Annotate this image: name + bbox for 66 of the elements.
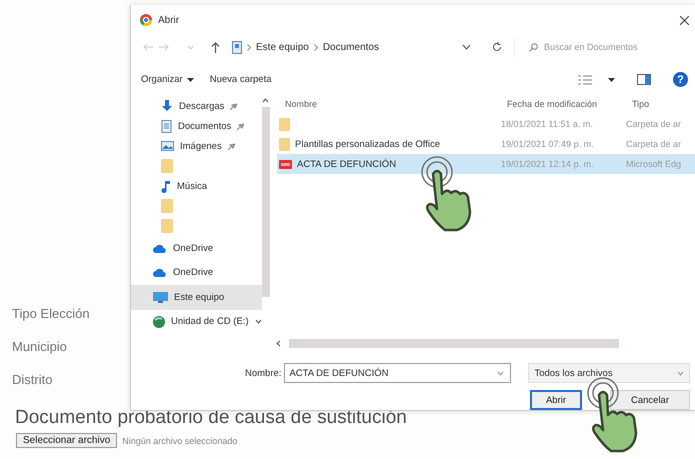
cloud-icon: [153, 268, 167, 278]
nav-item[interactable]: Música: [131, 176, 262, 196]
refresh-icon[interactable]: [492, 42, 502, 52]
organize-button[interactable]: Organizar: [141, 74, 194, 86]
folder-icon: [279, 118, 290, 131]
new-folder-button[interactable]: Nueva carpeta: [210, 74, 272, 86]
column-header[interactable]: Nombre: [277, 99, 507, 110]
field-label: Distrito: [12, 372, 52, 389]
column-header[interactable]: Tipo: [632, 99, 695, 110]
nav-item[interactable]: Este equipo: [131, 285, 262, 310]
preview-pane-icon[interactable]: [637, 74, 651, 86]
scrollbar[interactable]: [289, 339, 619, 348]
close-icon[interactable]: [680, 16, 689, 25]
pdf-file-icon: [279, 160, 292, 169]
dropdown-caret-icon[interactable]: [462, 44, 471, 50]
choose-file-button[interactable]: Seleccionar archivo: [16, 433, 118, 448]
caret-icon: [186, 78, 194, 82]
folder-icon: [279, 138, 290, 151]
file-name-field[interactable]: ACTA DE DEFUNCIÓN: [284, 363, 512, 383]
help-button[interactable]: ?: [673, 72, 688, 88]
monitor-icon: [153, 292, 168, 303]
field-label: Tipo Elección: [12, 306, 90, 323]
dialog-button[interactable]: Cancelar: [610, 390, 690, 410]
dialog-button[interactable]: Abrir: [530, 390, 582, 410]
nav-item[interactable]: Descargas: [131, 96, 262, 116]
chevron-right-icon: [314, 44, 318, 51]
section-heading: Documento probatorio de causa de sustitución: [15, 407, 408, 429]
dropdown-caret-icon: [677, 370, 684, 376]
breadcrumb-item[interactable]: Documentos: [322, 42, 379, 53]
file-row[interactable]: Plantillas personalizadas de Office 19/01/2021 07:49 p. m. Carpeta de ar: [277, 134, 695, 154]
document-icon: [161, 120, 172, 133]
field-label: Municipio: [12, 339, 67, 356]
nav-item[interactable]: Documentos: [131, 116, 262, 136]
nav-item[interactable]: Unidad de CD (E:): [131, 310, 262, 334]
up-arrow-icon[interactable]: [211, 42, 220, 53]
music-note-icon: [161, 180, 171, 193]
folder-icon: [161, 199, 173, 214]
app-icon: [140, 14, 152, 26]
field-label: Nombre:: [245, 368, 282, 378]
file-status: Ningún archivo seleccionado: [122, 436, 238, 446]
pin-icon: [237, 122, 244, 130]
chevron-right-icon: [247, 44, 251, 51]
breadcrumb-item[interactable]: Este equipo: [256, 42, 309, 53]
scroll-up-icon[interactable]: [262, 98, 270, 104]
file-type-dropdown[interactable]: Todos los archivos: [528, 363, 690, 383]
computer-icon: [232, 40, 242, 54]
expand-caret-icon[interactable]: [254, 319, 262, 324]
caret-icon[interactable]: [608, 78, 615, 82]
image-icon: [161, 141, 174, 152]
search-icon: [529, 42, 538, 52]
disc-icon: [153, 316, 165, 328]
nav-item[interactable]: OneDrive: [131, 260, 262, 286]
download-icon: [161, 100, 173, 112]
folder-icon: [161, 219, 173, 234]
nav-item[interactable]: Imágenes: [131, 136, 262, 156]
scroll-left-icon[interactable]: [276, 340, 281, 348]
pin-icon: [230, 102, 238, 110]
nav-item[interactable]: OneDrive: [131, 236, 262, 261]
address-bar[interactable]: Este equipo Documentos: [226, 37, 508, 58]
column-header[interactable]: Fecha de modificación: [507, 99, 632, 110]
dropdown-caret-icon: [497, 370, 504, 376]
pin-icon: [228, 142, 235, 150]
cloud-icon: [153, 244, 167, 253]
folder-icon: [161, 159, 173, 174]
file-row[interactable]: ACTA DE DEFUNCIÓN 19/01/2021 12:14 p. m. Microsoft Edg: [277, 154, 695, 174]
window-title: Abrir: [158, 14, 180, 26]
